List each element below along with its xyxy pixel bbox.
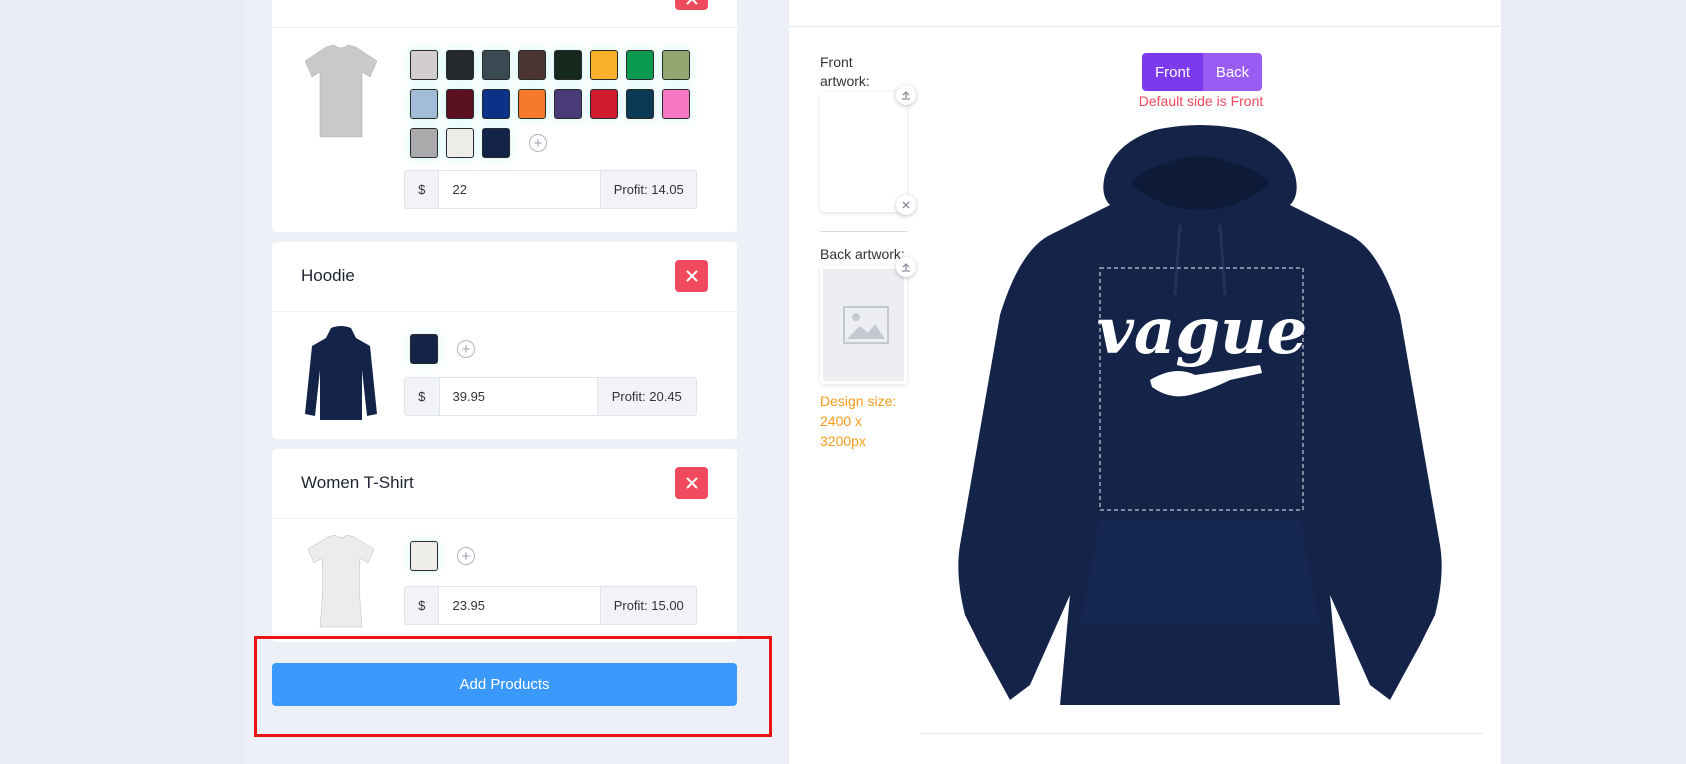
product-card-women-tshirt: Women T-Shirt + $ Profit: 15.00 bbox=[272, 449, 737, 642]
remove-product-button[interactable] bbox=[675, 0, 708, 10]
product-name: Hoodie bbox=[301, 266, 355, 285]
card-header: Women T-Shirt bbox=[272, 449, 737, 519]
price-input[interactable] bbox=[439, 378, 597, 415]
color-swatch[interactable] bbox=[482, 50, 510, 80]
divider bbox=[820, 231, 907, 232]
price-group: $ Profit: 20.45 bbox=[404, 377, 697, 416]
remove-product-button[interactable] bbox=[675, 467, 708, 499]
product-thumbnail bbox=[304, 44, 378, 138]
product-card-tshirt: + $ Profit: 14.05 bbox=[272, 0, 737, 232]
color-swatch[interactable] bbox=[482, 128, 510, 158]
color-swatch[interactable] bbox=[446, 89, 474, 119]
color-swatch[interactable] bbox=[662, 89, 690, 119]
product-name: Women T-Shirt bbox=[301, 473, 414, 492]
close-icon[interactable] bbox=[896, 195, 916, 215]
color-swatch[interactable] bbox=[590, 89, 618, 119]
price-group: $ Profit: 15.00 bbox=[404, 586, 697, 625]
back-side-button[interactable]: Back bbox=[1203, 53, 1262, 91]
color-swatch[interactable] bbox=[626, 50, 654, 80]
profit-label: Profit: 15.00 bbox=[600, 587, 696, 624]
currency-symbol: $ bbox=[405, 378, 440, 415]
card-header bbox=[272, 0, 737, 28]
price-input[interactable] bbox=[439, 171, 601, 208]
close-icon bbox=[685, 477, 698, 489]
close-icon bbox=[685, 0, 698, 5]
front-artwork-slot[interactable] bbox=[820, 92, 907, 212]
divider bbox=[920, 733, 1483, 734]
women-tshirt-icon bbox=[307, 534, 375, 628]
price-input[interactable] bbox=[439, 587, 601, 624]
divider bbox=[789, 26, 1501, 27]
design-text: vague bbox=[1097, 294, 1308, 369]
color-swatch[interactable] bbox=[518, 50, 546, 80]
color-swatch[interactable] bbox=[446, 128, 474, 158]
color-swatch[interactable] bbox=[626, 89, 654, 119]
currency-symbol: $ bbox=[405, 171, 440, 208]
plus-circle-icon[interactable]: + bbox=[457, 340, 475, 358]
color-swatch[interactable] bbox=[446, 50, 474, 80]
hoodie-icon bbox=[305, 326, 377, 420]
product-thumbnail bbox=[307, 534, 375, 628]
color-swatch[interactable] bbox=[410, 89, 438, 119]
front-artwork-label: Front artwork: bbox=[820, 54, 870, 89]
color-swatch[interactable] bbox=[662, 50, 690, 80]
color-swatch[interactable] bbox=[518, 89, 546, 119]
side-toggle: Front Back bbox=[1142, 53, 1262, 91]
product-card-hoodie: Hoodie + $ Profit: 20.45 bbox=[272, 242, 737, 439]
color-swatch[interactable] bbox=[590, 50, 618, 80]
color-swatch[interactable] bbox=[554, 89, 582, 119]
image-icon bbox=[843, 306, 889, 344]
card-header: Hoodie bbox=[272, 242, 737, 312]
upload-icon[interactable] bbox=[896, 257, 916, 277]
color-swatch[interactable] bbox=[410, 541, 438, 571]
close-icon bbox=[685, 270, 698, 282]
back-artwork-slot[interactable] bbox=[820, 266, 907, 384]
profit-label: Profit: 20.45 bbox=[596, 378, 696, 415]
add-products-button[interactable]: Add Products bbox=[272, 663, 737, 706]
plus-circle-icon[interactable]: + bbox=[457, 547, 475, 565]
price-group: $ Profit: 14.05 bbox=[404, 170, 697, 209]
plus-circle-icon[interactable]: + bbox=[529, 134, 547, 152]
hoodie-preview: vague bbox=[958, 125, 1442, 705]
tshirt-icon bbox=[304, 44, 378, 138]
design-size-note: Design size: 2400 x 3200px bbox=[820, 393, 897, 449]
default-side-note: Default side is Front bbox=[1138, 93, 1264, 109]
color-swatch[interactable] bbox=[410, 50, 438, 80]
color-swatch[interactable] bbox=[482, 89, 510, 119]
currency-symbol: $ bbox=[405, 587, 440, 624]
color-swatch[interactable] bbox=[410, 334, 438, 364]
color-swatch[interactable] bbox=[410, 128, 438, 158]
profit-label: Profit: 14.05 bbox=[600, 171, 696, 208]
upload-icon[interactable] bbox=[896, 85, 916, 105]
color-swatch[interactable] bbox=[554, 50, 582, 80]
front-side-button[interactable]: Front bbox=[1142, 53, 1203, 91]
remove-product-button[interactable] bbox=[675, 260, 708, 292]
product-thumbnail bbox=[305, 326, 377, 420]
